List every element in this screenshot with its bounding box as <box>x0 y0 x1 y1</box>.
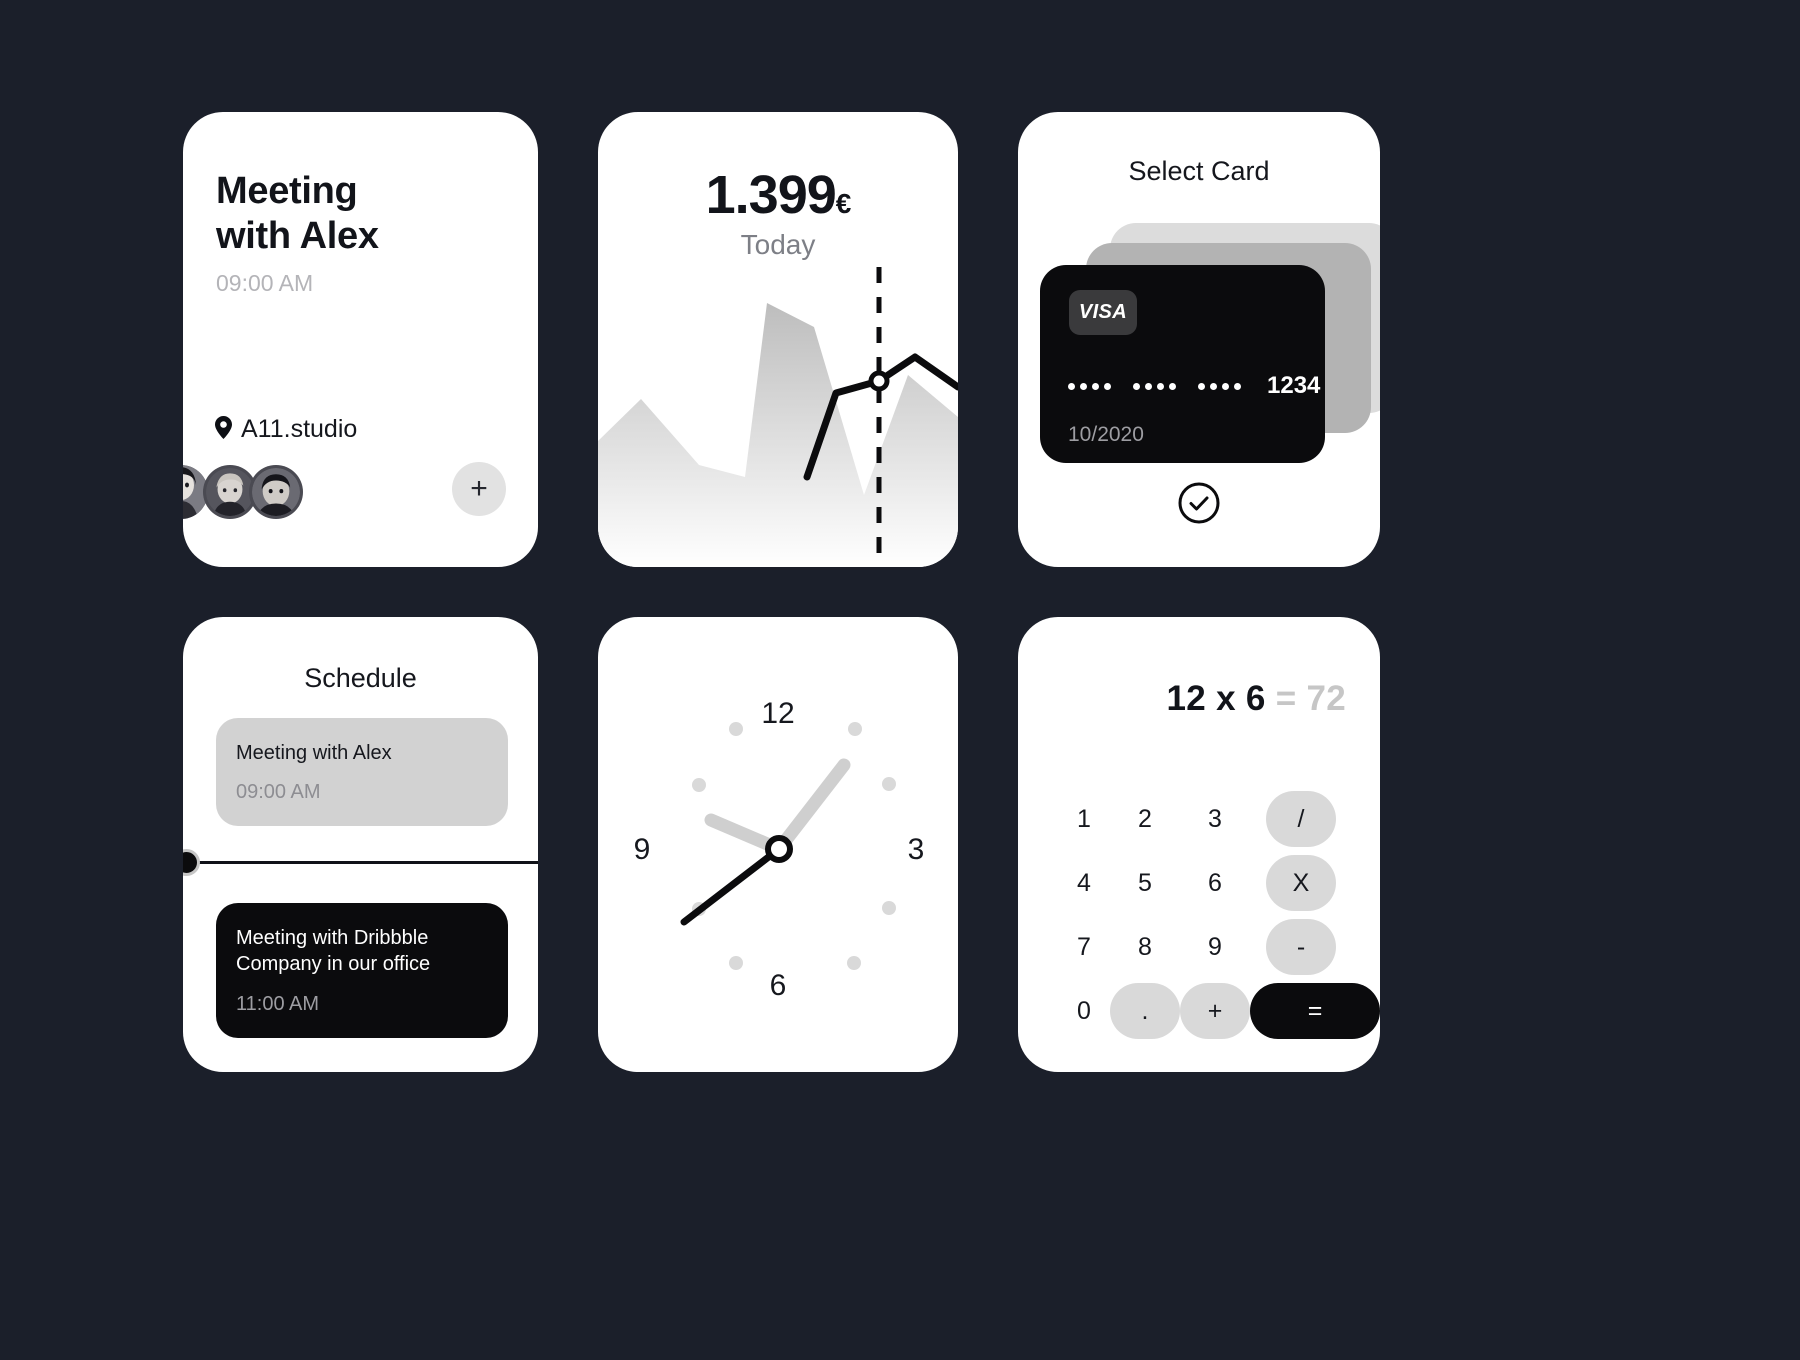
calc-key-9[interactable]: 9 <box>1180 915 1250 979</box>
check-circle-icon <box>1178 482 1220 527</box>
visa-logo-icon: VISA <box>1069 290 1137 335</box>
balance-chart <box>598 267 958 567</box>
calculator-card: 12 x 6 = 72 1 2 3 / 4 5 6 X 7 8 9 - 0 . … <box>1018 617 1380 1072</box>
credit-card-stack[interactable]: VISA 1234 10/2020 <box>1018 217 1380 463</box>
schedule-item-time: 09:00 AM <box>236 781 321 804</box>
calculator-display: 12 x 6 = 72 <box>1167 679 1346 719</box>
credit-card-last4: 1234 <box>1267 372 1321 399</box>
calc-key-4[interactable]: 4 <box>1058 851 1110 915</box>
confirm-row <box>1018 482 1380 527</box>
calc-key-2[interactable]: 2 <box>1110 787 1180 851</box>
masked-digits-group <box>1198 382 1241 390</box>
meeting-location-label: A11.studio <box>241 415 358 443</box>
calc-key-plus[interactable]: + <box>1180 983 1250 1039</box>
calc-key-divide[interactable]: / <box>1266 791 1336 847</box>
select-card-title: Select Card <box>1128 156 1270 186</box>
calculator-keypad: 1 2 3 / 4 5 6 X 7 8 9 - 0 . + = <box>1058 787 1380 1043</box>
calculator-expression: 12 x 6 <box>1166 679 1266 718</box>
masked-digits-group <box>1133 382 1176 390</box>
clock-numeral-6: 6 <box>770 969 787 1002</box>
meeting-card: Meeting with Alex 09:00 AM A11.studio + <box>183 112 538 567</box>
current-time-marker[interactable] <box>183 849 200 876</box>
balance-period: Today <box>740 229 816 260</box>
calc-key-decimal[interactable]: . <box>1110 983 1180 1039</box>
credit-card-number: 1234 <box>1068 372 1320 400</box>
add-attendee-button[interactable]: + <box>452 462 506 516</box>
calc-key-6[interactable]: 6 <box>1180 851 1250 915</box>
calc-key-0[interactable]: 0 <box>1058 979 1110 1043</box>
credit-card-front[interactable]: VISA 1234 10/2020 <box>1040 265 1325 463</box>
calc-key-3[interactable]: 3 <box>1180 787 1250 851</box>
schedule-item-title: Meeting with Dribbble Company in our off… <box>236 927 431 976</box>
clock-numeral-12: 12 <box>761 697 794 730</box>
calc-key-5[interactable]: 5 <box>1110 851 1180 915</box>
meeting-title: Meeting with Alex <box>216 170 379 257</box>
balance-card: 1.399€ Today <box>598 112 958 567</box>
balance-amount: 1.399 <box>705 165 837 225</box>
credit-card-expiry: 10/2020 <box>1068 423 1144 446</box>
balance-amount-row: 1.399€ <box>598 164 958 226</box>
visa-logo-label: VISA <box>1078 301 1128 323</box>
avatar[interactable] <box>249 465 303 519</box>
meeting-time: 09:00 AM <box>216 270 314 296</box>
clock-center-hub <box>765 835 793 863</box>
map-pin-icon <box>215 415 232 444</box>
analog-clock: 12 3 6 9 <box>598 617 958 1072</box>
chart-marker-point <box>871 373 887 389</box>
select-card-card: Select Card VISA 1234 10/2020 <box>1018 112 1380 567</box>
calc-key-minus[interactable]: - <box>1266 919 1336 975</box>
clock-numeral-9: 9 <box>634 833 651 866</box>
schedule-item-active[interactable]: Meeting with Dribbble Company in our off… <box>216 903 508 1038</box>
balance-currency: € <box>835 188 852 219</box>
clock-card: 12 3 6 9 <box>598 617 958 1072</box>
schedule-item-time: 11:00 AM <box>236 992 320 1015</box>
schedule-title: Schedule <box>304 663 417 693</box>
calc-key-equals[interactable]: = <box>1250 983 1380 1039</box>
calculator-result: 72 <box>1306 679 1346 718</box>
calc-key-multiply[interactable]: X <box>1266 855 1336 911</box>
calc-key-7[interactable]: 7 <box>1058 915 1110 979</box>
schedule-item-title: Meeting with Alex <box>236 742 392 764</box>
clock-hour-hand <box>772 758 851 856</box>
attendee-avatars[interactable] <box>183 462 303 522</box>
calc-key-8[interactable]: 8 <box>1110 915 1180 979</box>
current-time-line <box>183 861 538 864</box>
clock-numeral-3: 3 <box>908 833 925 866</box>
calculator-equals-sign: = <box>1275 679 1297 718</box>
clock-second-hand <box>680 845 783 926</box>
calc-key-1[interactable]: 1 <box>1058 787 1110 851</box>
confirm-card-button[interactable] <box>1178 482 1220 527</box>
widget-grid: Meeting with Alex 09:00 AM A11.studio + … <box>183 112 1623 1072</box>
schedule-card: Schedule Meeting with Alex 09:00 AM Meet… <box>183 617 538 1072</box>
masked-digits-group <box>1068 382 1111 390</box>
clock-tick-dots <box>692 722 896 970</box>
schedule-item-past[interactable]: Meeting with Alex 09:00 AM <box>216 718 508 827</box>
app-canvas: Meeting with Alex 09:00 AM A11.studio + … <box>0 0 1800 1360</box>
meeting-location: A11.studio <box>215 415 357 444</box>
